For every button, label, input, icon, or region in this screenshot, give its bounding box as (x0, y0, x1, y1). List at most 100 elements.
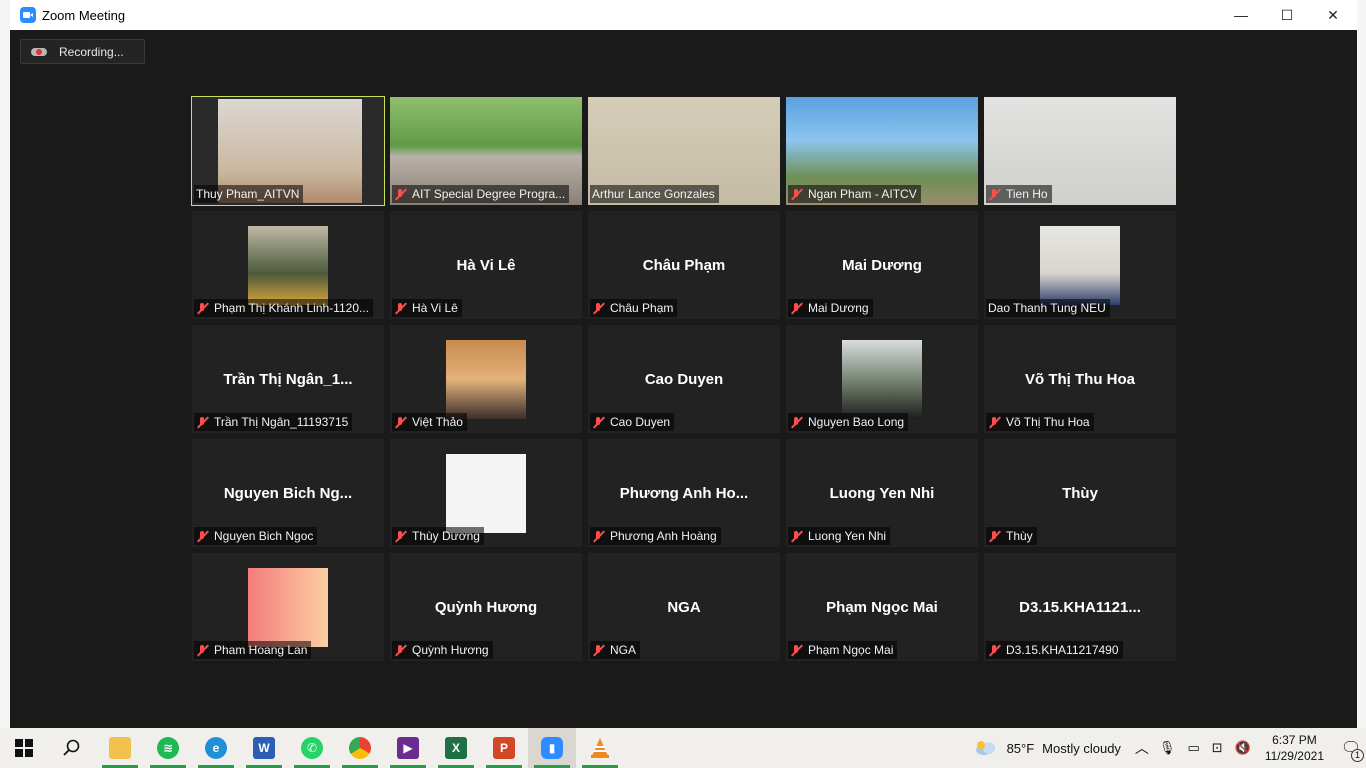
notification-count: 1 (1351, 749, 1364, 762)
weather-temp[interactable]: 85°F (1007, 741, 1035, 756)
participant-tile[interactable]: Thùy Dương (390, 439, 582, 547)
taskbar-vlc[interactable] (576, 728, 624, 768)
participant-tile[interactable]: Phạm Thị Khánh Linh-1120... (192, 211, 384, 319)
taskbar-whatsapp[interactable]: ✆ (288, 728, 336, 768)
maximize-button[interactable]: ☐ (1264, 0, 1310, 30)
clock-time: 6:37 PM (1272, 733, 1317, 747)
recording-label: Recording... (59, 44, 124, 59)
participant-tile[interactable]: Phương Anh Ho... Phương Anh Hoàng (588, 439, 780, 547)
participant-tile[interactable]: Nguyen Bich Ng... Nguyen Bich Ngoc (192, 439, 384, 547)
participant-tile[interactable]: Arthur Lance Gonzales (588, 97, 780, 205)
zoom-app-icon (20, 7, 36, 23)
taskbar-chrome[interactable] (336, 728, 384, 768)
participant-name-label: Hà Vi Lê (392, 299, 462, 317)
taskbar-spotify[interactable]: ≋ (144, 728, 192, 768)
weather-text[interactable]: Mostly cloudy (1042, 741, 1121, 756)
participant-name-label: AIT Special Degree Progra... (392, 185, 570, 203)
participant-name-label: Võ Thị Thu Hoa (986, 413, 1094, 431)
mic-muted-icon (592, 530, 605, 543)
participant-name: Phương Anh Hoàng (610, 529, 717, 543)
participant-tile[interactable]: Phạm Ngọc Mai Phạm Ngọc Mai (786, 553, 978, 661)
participant-tile[interactable]: Việt Thảo (390, 325, 582, 433)
participant-tile[interactable]: Luong Yen Nhi Luong Yen Nhi (786, 439, 978, 547)
mic-muted-icon (196, 644, 209, 657)
taskbar-visual-studio[interactable]: ▶ (384, 728, 432, 768)
participant-tile[interactable]: Pham Hoang Lan (192, 553, 384, 661)
participant-tile[interactable]: Hà Vi Lê Hà Vi Lê (390, 211, 582, 319)
start-button[interactable] (0, 728, 48, 768)
window-frame-right (1357, 0, 1366, 728)
participant-name-label: Tien Ho (986, 185, 1052, 203)
participant-tile[interactable]: Trần Thị Ngân_1... Trần Thị Ngân_11193715 (192, 325, 384, 433)
participant-name-label: Luong Yen Nhi (788, 527, 891, 545)
participant-tile[interactable]: Thùy Thùy (984, 439, 1176, 547)
taskbar-edge[interactable]: e (192, 728, 240, 768)
show-hidden-icons-chevron-icon[interactable]: ︿ (1135, 738, 1149, 758)
mic-muted-icon (790, 188, 803, 201)
participant-tile[interactable]: Ngan Pham - AITCV (786, 97, 978, 205)
participant-tile[interactable]: Nguyen Bao Long (786, 325, 978, 433)
taskbar: ≋ e W ✆ ▶ X P ▮ 85°F Mostly cloudy ︿ 🎙 ▭… (0, 728, 1366, 768)
participant-tile[interactable]: Võ Thị Thu Hoa Võ Thị Thu Hoa (984, 325, 1176, 433)
participant-name: Thùy Dương (412, 529, 480, 543)
mic-muted-icon (988, 416, 1001, 429)
participant-avatar (446, 454, 526, 533)
taskbar-zoom[interactable]: ▮ (528, 728, 576, 768)
participant-tile[interactable]: Mai Dương Mai Dương (786, 211, 978, 319)
participant-name-label: Quỳnh Hương (392, 641, 493, 659)
participant-name-label: D3.15.KHA11217490 (986, 641, 1123, 659)
mic-muted-icon (592, 416, 605, 429)
battery-icon[interactable]: ▭ (1187, 740, 1199, 756)
participant-name: Hà Vi Lê (412, 301, 458, 315)
participant-name: Châu Phạm (610, 301, 674, 315)
taskbar-word[interactable]: W (240, 728, 288, 768)
participant-tile[interactable]: Quỳnh Hương Quỳnh Hương (390, 553, 582, 661)
participant-avatar (446, 340, 526, 419)
mic-muted-icon (592, 644, 605, 657)
participant-tile[interactable]: Thuy Pham_AITVN (191, 96, 385, 206)
mic-muted-icon (988, 188, 1001, 201)
participant-name-label: Việt Thảo (392, 413, 467, 431)
taskbar-powerpoint[interactable]: P (480, 728, 528, 768)
participant-name-label: Thùy (986, 527, 1037, 545)
mic-muted-icon (196, 530, 209, 543)
participant-name-label: Ngan Pham - AITCV (788, 185, 921, 203)
participant-name: Luong Yen Nhi (808, 529, 887, 543)
participant-name: Phạm Ngọc Mai (808, 643, 894, 657)
network-icon[interactable]: ⊡ (1212, 740, 1223, 756)
participant-name-label: Phương Anh Hoàng (590, 527, 721, 545)
participant-name: Trần Thị Ngân_11193715 (214, 415, 349, 429)
participant-name: Việt Thảo (412, 415, 463, 429)
participant-tile[interactable]: NGA NGA (588, 553, 780, 661)
close-button[interactable]: ✕ (1310, 0, 1356, 30)
taskbar-excel[interactable]: X (432, 728, 480, 768)
chrome-icon (349, 737, 371, 759)
participant-tile[interactable]: Châu Phạm Châu Phạm (588, 211, 780, 319)
meeting-area: Recording... Thuy Pham_AITVN AIT Special … (10, 30, 1357, 728)
visual-studio-icon: ▶ (397, 737, 419, 759)
volume-muted-icon[interactable]: 🔇 (1235, 740, 1251, 756)
mic-muted-icon (394, 530, 407, 543)
participant-name: Pham Hoang Lan (214, 643, 308, 657)
taskbar-file-explorer[interactable] (96, 728, 144, 768)
clock[interactable]: 6:37 PM 11/29/2021 (1265, 732, 1324, 764)
participant-name: Thùy (1006, 529, 1033, 543)
participant-name: Nguyen Bao Long (808, 415, 905, 429)
mic-muted-icon (790, 530, 803, 543)
participant-tile[interactable]: Cao Duyen Cao Duyen (588, 325, 780, 433)
microphone-icon[interactable]: 🎙 (1159, 740, 1176, 756)
search-button[interactable] (48, 728, 96, 768)
gallery-grid: Thuy Pham_AITVN AIT Special Degree Progra… (191, 96, 1176, 661)
recording-indicator[interactable]: Recording... (20, 39, 145, 64)
participant-tile[interactable]: Tien Ho (984, 97, 1176, 205)
notification-center-button[interactable]: 🗨 1 (1336, 728, 1366, 768)
participant-name-label: Thùy Dương (392, 527, 484, 545)
window-controls: — ☐ ✕ (1218, 0, 1356, 30)
participant-tile[interactable]: D3.15.KHA1121... D3.15.KHA11217490 (984, 553, 1176, 661)
participant-name-label: Cao Duyen (590, 413, 675, 431)
participant-tile[interactable]: AIT Special Degree Progra... (390, 97, 582, 205)
participant-tile[interactable]: Dao Thanh Tung NEU (984, 211, 1176, 319)
mic-muted-icon (394, 302, 407, 315)
participant-name: Ngan Pham - AITCV (808, 187, 917, 201)
minimize-button[interactable]: — (1218, 0, 1264, 30)
